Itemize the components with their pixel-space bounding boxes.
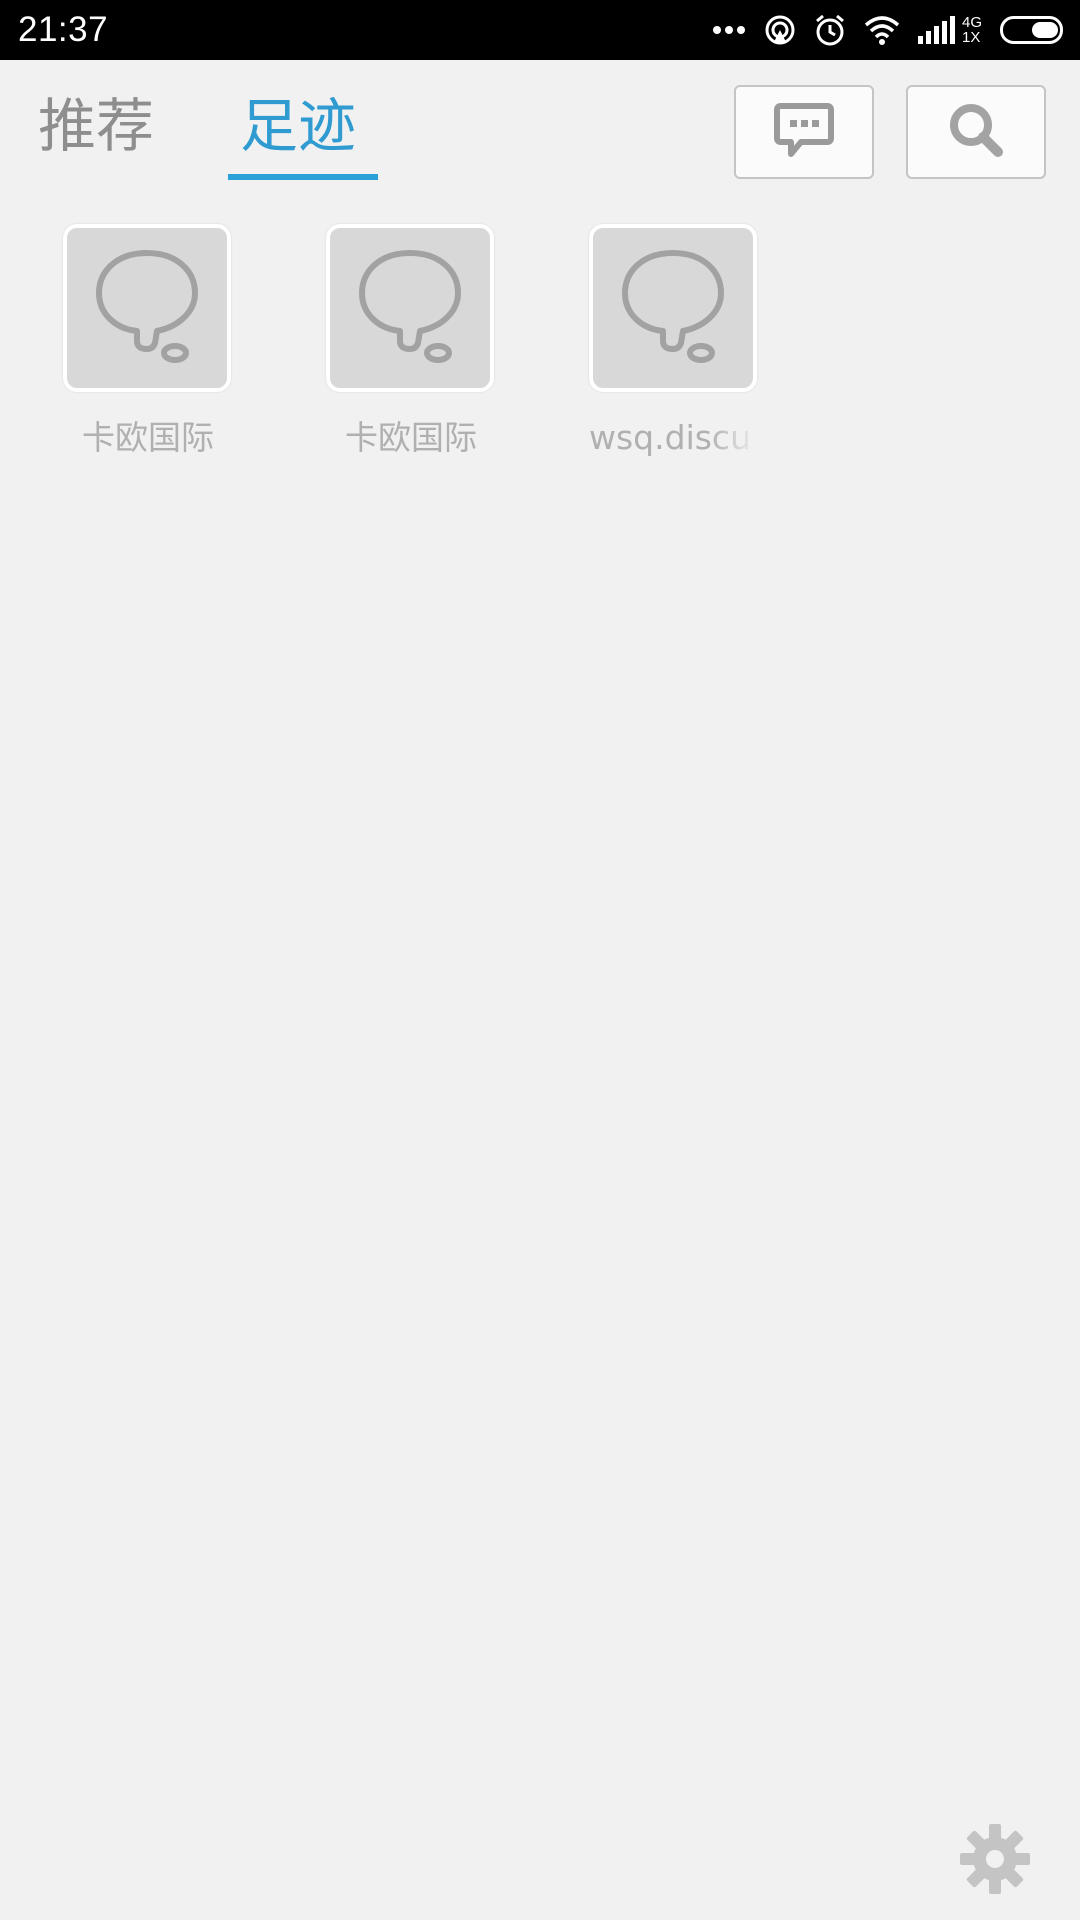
footprint-label: 卡欧国际	[345, 418, 477, 457]
footprint-thumbnail[interactable]	[63, 224, 231, 392]
network-type: 4G 1X	[962, 15, 982, 45]
gear-icon	[958, 1824, 1032, 1900]
more-dots-icon	[712, 25, 746, 35]
network-type-bottom: 1X	[961, 29, 981, 46]
footprint-item[interactable]: 卡欧国际	[326, 224, 496, 458]
active-tab-indicator	[228, 174, 378, 180]
search-icon	[946, 100, 1006, 164]
chat-bubble-icon	[773, 102, 835, 162]
battery-icon	[1000, 16, 1066, 44]
wifi-icon	[864, 15, 900, 45]
footprint-item[interactable]: wsq.discu	[589, 224, 759, 458]
signal-icon	[917, 16, 958, 44]
network-type-top: 4G	[961, 14, 982, 31]
status-time: 21:37	[18, 10, 109, 49]
status-icons: 4G 1X	[712, 10, 1066, 50]
footprint-item[interactable]: 卡欧国际	[63, 224, 233, 458]
thought-bubble-icon	[613, 241, 733, 375]
hotspot-icon	[764, 14, 796, 46]
thought-bubble-icon	[350, 241, 470, 375]
alarm-icon	[814, 13, 846, 47]
footprint-label: wsq.discu	[589, 418, 751, 457]
status-bar: 21:37 4G 1X	[0, 0, 1080, 60]
search-button[interactable]	[906, 85, 1046, 179]
tab-recommend[interactable]: 推荐	[38, 88, 154, 164]
thought-bubble-icon	[87, 241, 207, 375]
footprint-thumbnail[interactable]	[326, 224, 494, 392]
tab-footprint[interactable]: 足迹	[240, 88, 356, 164]
footprint-thumbnail[interactable]	[589, 224, 757, 392]
message-button[interactable]	[734, 85, 874, 179]
footprint-label: 卡欧国际	[82, 418, 214, 457]
settings-button[interactable]	[958, 1822, 1032, 1896]
